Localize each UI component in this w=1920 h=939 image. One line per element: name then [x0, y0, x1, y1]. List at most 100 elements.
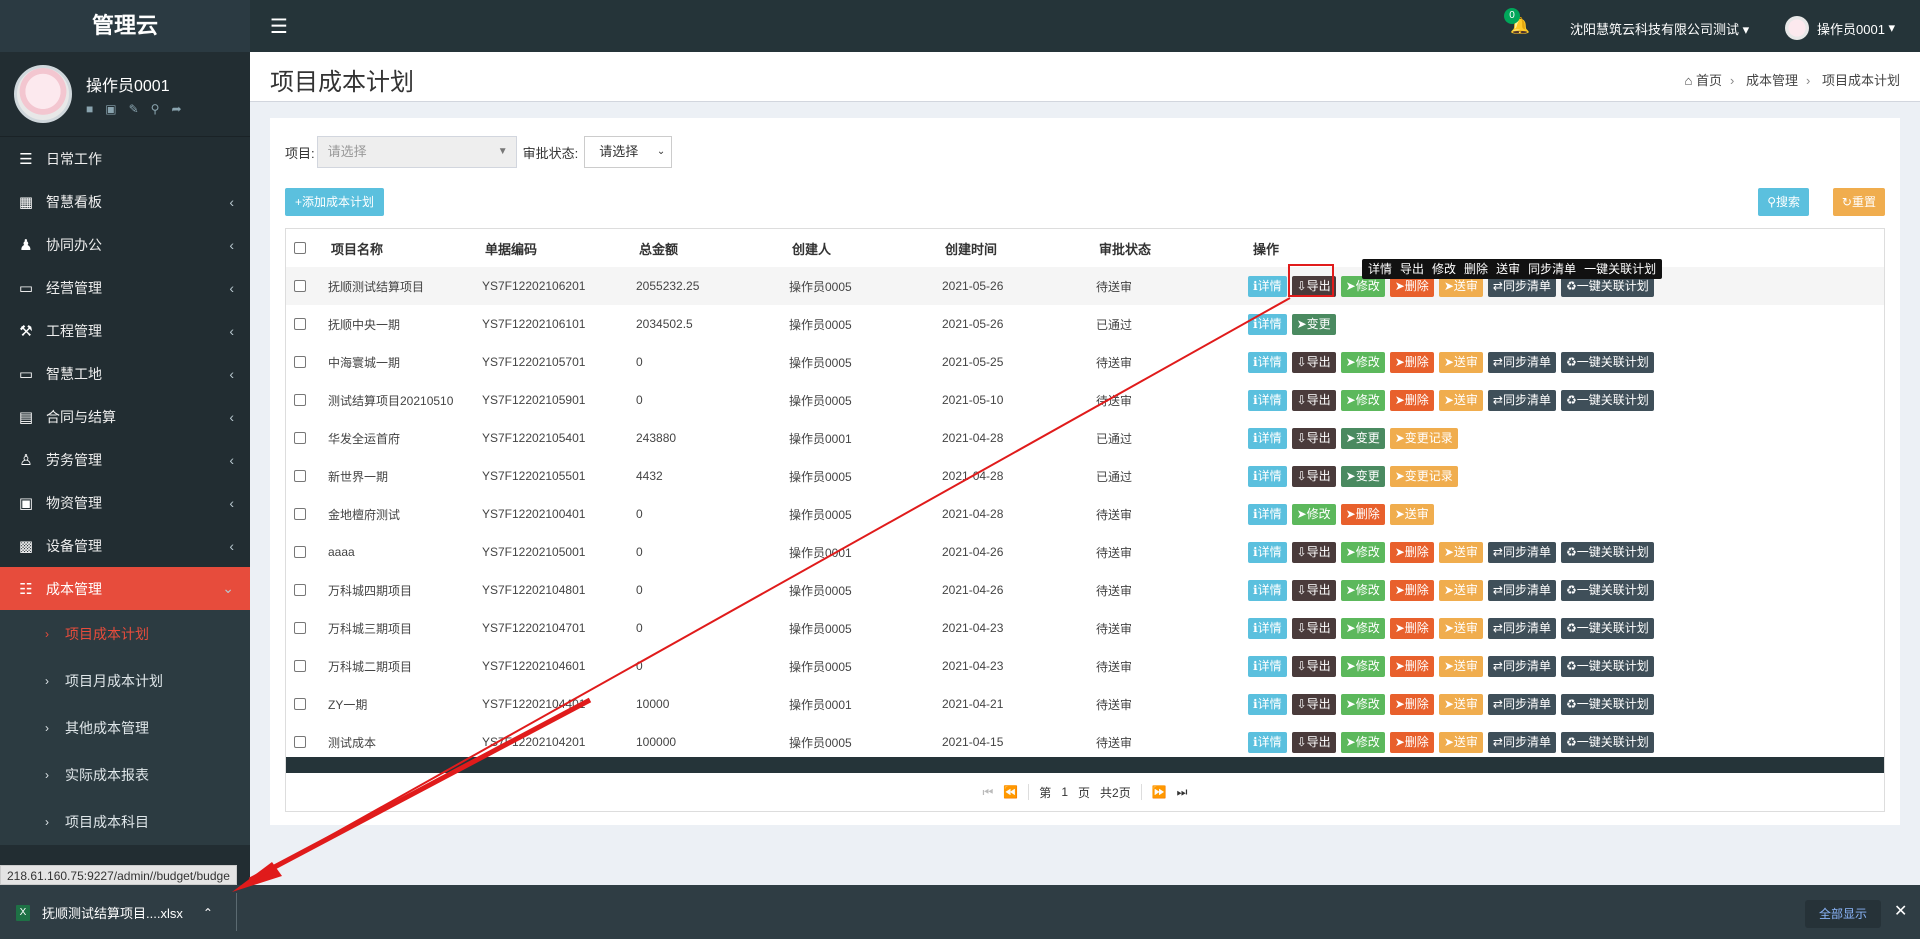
sync-list-button[interactable]: ⇄同步清单 — [1487, 389, 1556, 411]
row-checkbox[interactable] — [294, 698, 306, 710]
submit-button[interactable]: ➤送审 — [1438, 655, 1483, 677]
modify-button[interactable]: ➤修改 — [1340, 655, 1385, 677]
submenu-item-0[interactable]: › 项目成本计划 — [0, 610, 250, 657]
card-icon[interactable]: ▣ — [105, 102, 116, 116]
sidebar-item-9[interactable]: ▩ 设备管理 ‹ — [0, 524, 250, 567]
delete-button[interactable]: ➤删除 — [1389, 731, 1434, 753]
close-icon[interactable]: ✕ — [1894, 901, 1907, 921]
sidebar-item-1[interactable]: ▦ 智慧看板 ‹ — [0, 180, 250, 223]
delete-button[interactable]: ➤删除 — [1389, 617, 1434, 639]
link-plan-button[interactable]: ♻一键关联计划 — [1560, 351, 1654, 373]
row-checkbox[interactable] — [294, 508, 306, 520]
submit-button[interactable]: ➤送审 — [1438, 541, 1483, 563]
row-checkbox[interactable] — [294, 394, 306, 406]
change-log-button[interactable]: ➤变更记录 — [1389, 427, 1458, 449]
sidebar-item-7[interactable]: ♙ 劳务管理 ‹ — [0, 438, 250, 481]
submit-button[interactable]: ➤送审 — [1438, 351, 1483, 373]
detail-button[interactable]: ℹ详情 — [1248, 389, 1287, 411]
export-button[interactable]: ⇩导出 — [1291, 617, 1336, 639]
change-button[interactable]: ➤变更 — [1340, 465, 1385, 487]
submit-button[interactable]: ➤送审 — [1438, 731, 1483, 753]
link-plan-button[interactable]: ♻一键关联计划 — [1560, 579, 1654, 601]
export-button[interactable]: ⇩导出 — [1291, 579, 1336, 601]
row-checkbox[interactable] — [294, 318, 306, 330]
delete-button[interactable]: ➤删除 — [1389, 655, 1434, 677]
modify-button[interactable]: ➤修改 — [1340, 617, 1385, 639]
page-number-input[interactable]: 1 — [1061, 785, 1068, 799]
modify-button[interactable]: ➤修改 — [1340, 693, 1385, 715]
detail-button[interactable]: ℹ详情 — [1248, 313, 1287, 335]
submit-button[interactable]: ➤送审 — [1438, 693, 1483, 715]
export-button[interactable]: ⇩导出 — [1291, 389, 1336, 411]
sync-list-button[interactable]: ⇄同步清单 — [1487, 693, 1556, 715]
delete-button[interactable]: ➤删除 — [1389, 351, 1434, 373]
export-button[interactable]: ⇩导出 — [1291, 351, 1336, 373]
sync-list-button[interactable]: ⇄同步清单 — [1487, 579, 1556, 601]
menu-toggle-icon[interactable]: ☰ — [270, 14, 288, 39]
detail-button[interactable]: ℹ详情 — [1248, 731, 1287, 753]
detail-button[interactable]: ℹ详情 — [1248, 427, 1287, 449]
sidebar-item-4[interactable]: ⚒ 工程管理 ‹ — [0, 309, 250, 352]
submit-button[interactable]: ➤送审 — [1389, 503, 1434, 525]
row-checkbox[interactable] — [294, 736, 306, 748]
breadcrumb-home[interactable]: 首页 — [1696, 73, 1722, 88]
bell-icon[interactable]: 🔔 0 — [1504, 8, 1530, 36]
chevron-up-icon[interactable]: ⌃ — [203, 906, 213, 920]
row-checkbox[interactable] — [294, 546, 306, 558]
link-plan-button[interactable]: ♻一键关联计划 — [1560, 617, 1654, 639]
status-select[interactable]: 请选择 ⌄ — [584, 136, 673, 168]
link-plan-button[interactable]: ♻一键关联计划 — [1560, 693, 1654, 715]
export-button[interactable]: ⇩导出 — [1291, 731, 1336, 753]
delete-button[interactable]: ➤删除 — [1389, 541, 1434, 563]
sidebar-item-6[interactable]: ▤ 合同与结算 ‹ — [0, 395, 250, 438]
breadcrumb-cost[interactable]: 成本管理 — [1746, 73, 1798, 88]
logout-icon[interactable]: ➦ — [171, 102, 181, 116]
row-checkbox[interactable] — [294, 432, 306, 444]
export-button[interactable]: ⇩导出 — [1291, 693, 1336, 715]
table-scrollbar[interactable] — [286, 757, 1884, 773]
select-all-checkbox[interactable] — [294, 242, 306, 254]
detail-button[interactable]: ℹ详情 — [1248, 655, 1287, 677]
delete-button[interactable]: ➤删除 — [1340, 503, 1385, 525]
company-dropdown[interactable]: 沈阳慧筑云科技有限公司测试 ▾ — [1570, 19, 1749, 38]
sync-list-button[interactable]: ⇄同步清单 — [1487, 617, 1556, 639]
row-checkbox[interactable] — [294, 470, 306, 482]
change-log-button[interactable]: ➤变更记录 — [1389, 465, 1458, 487]
sync-list-button[interactable]: ⇄同步清单 — [1487, 541, 1556, 563]
modify-button[interactable]: ➤修改 — [1340, 579, 1385, 601]
user-icon[interactable]: ■ — [86, 102, 93, 116]
detail-button[interactable]: ℹ详情 — [1248, 275, 1287, 297]
detail-button[interactable]: ℹ详情 — [1248, 351, 1287, 373]
row-checkbox[interactable] — [294, 356, 306, 368]
export-button[interactable]: ⇩导出 — [1291, 655, 1336, 677]
first-page-icon[interactable]: ⏮ — [983, 785, 994, 800]
sync-list-button[interactable]: ⇄同步清单 — [1487, 351, 1556, 373]
detail-button[interactable]: ℹ详情 — [1248, 579, 1287, 601]
last-page-icon[interactable]: ⏭ — [1177, 785, 1188, 800]
modify-button[interactable]: ➤修改 — [1340, 541, 1385, 563]
sidebar-item-3[interactable]: ▭ 经营管理 ‹ — [0, 266, 250, 309]
sync-list-button[interactable]: ⇄同步清单 — [1487, 655, 1556, 677]
submenu-item-1[interactable]: › 项目月成本计划 — [0, 657, 250, 704]
link-plan-button[interactable]: ♻一键关联计划 — [1560, 389, 1654, 411]
key-icon[interactable]: ⚲ — [151, 102, 160, 116]
modify-button[interactable]: ➤修改 — [1291, 503, 1336, 525]
link-plan-button[interactable]: ♻一键关联计划 — [1560, 541, 1654, 563]
change-button[interactable]: ➤变更 — [1291, 313, 1336, 335]
download-item[interactable]: X 抚顺测试结算项目....xlsx ⌃ — [16, 903, 213, 922]
delete-button[interactable]: ➤删除 — [1389, 693, 1434, 715]
edit-icon[interactable]: ✎ — [129, 102, 139, 116]
detail-button[interactable]: ℹ详情 — [1248, 617, 1287, 639]
detail-button[interactable]: ℹ详情 — [1248, 693, 1287, 715]
project-select[interactable]: 请选择 ▼ — [316, 136, 517, 168]
delete-button[interactable]: ➤删除 — [1389, 579, 1434, 601]
detail-button[interactable]: ℹ详情 — [1248, 465, 1287, 487]
modify-button[interactable]: ➤修改 — [1340, 731, 1385, 753]
export-button[interactable]: ⇩导出 — [1291, 427, 1336, 449]
prev-page-icon[interactable]: ⏪ — [1003, 785, 1018, 799]
sidebar-item-2[interactable]: ♟ 协同办公 ‹ — [0, 223, 250, 266]
reset-button[interactable]: ↻重置 — [1832, 188, 1885, 216]
sidebar-item-5[interactable]: ▭ 智慧工地 ‹ — [0, 352, 250, 395]
submit-button[interactable]: ➤送审 — [1438, 617, 1483, 639]
modify-button[interactable]: ➤修改 — [1340, 351, 1385, 373]
